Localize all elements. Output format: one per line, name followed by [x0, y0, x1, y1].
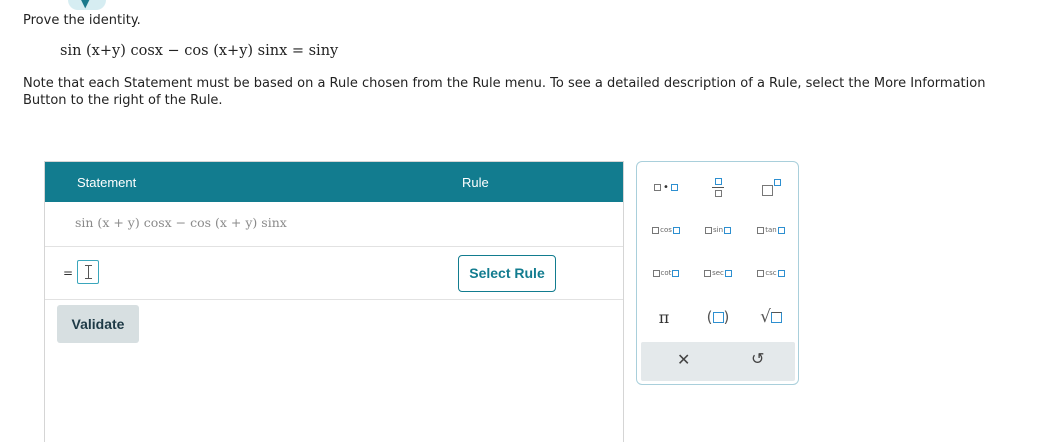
- statement-column-header: Statement: [77, 175, 137, 190]
- exponent-icon: [761, 178, 781, 196]
- placeholder-box-icon: [770, 311, 782, 323]
- chevron-down-icon: ▼: [81, 0, 90, 10]
- placeholder-box-icon: [712, 311, 724, 323]
- palette-footer: ✕ ↺: [641, 342, 795, 381]
- csc-button[interactable]: csc: [751, 258, 791, 288]
- validate-button[interactable]: Validate: [57, 305, 139, 343]
- sqrt-button[interactable]: √: [751, 302, 791, 332]
- multiply-button[interactable]: •: [646, 172, 686, 202]
- cos-button[interactable]: cos: [646, 215, 686, 245]
- sec-button[interactable]: sec: [698, 258, 738, 288]
- cos-label: cos: [660, 226, 672, 234]
- placeholder-box-icon: [670, 183, 678, 191]
- select-rule-button[interactable]: Select Rule: [458, 255, 556, 292]
- fraction-icon: [712, 177, 724, 197]
- text-cursor-icon: [85, 265, 92, 279]
- math-palette: • cos sin tan cot sec csc π ( ) √ ✕ ↺: [636, 161, 799, 385]
- paren-close-icon: ): [723, 308, 730, 326]
- statement-input[interactable]: [77, 260, 99, 284]
- multiply-dot-icon: •: [663, 181, 669, 193]
- sin-label: sin: [712, 226, 724, 234]
- tan-label: tan: [765, 226, 777, 234]
- identity-expression: sin (x+y) cosx − cos (x+y) sinx = siny: [60, 43, 339, 59]
- exponent-button[interactable]: [751, 172, 791, 202]
- given-statement: sin (x + y) cosx − cos (x + y) sinx: [75, 215, 287, 230]
- pi-button[interactable]: π: [644, 302, 684, 332]
- clear-icon[interactable]: ✕: [677, 350, 690, 369]
- csc-label: csc: [765, 269, 777, 277]
- undo-icon[interactable]: ↺: [751, 349, 764, 368]
- sin-button[interactable]: sin: [698, 215, 738, 245]
- sqrt-icon: √: [760, 307, 771, 327]
- instructions-note: Note that each Statement must be based o…: [23, 76, 986, 108]
- tan-button[interactable]: tan: [751, 215, 791, 245]
- parentheses-button[interactable]: ( ): [698, 302, 738, 332]
- cot-label: cot: [660, 269, 672, 277]
- collapse-tab[interactable]: ▼: [68, 0, 106, 10]
- rule-column-header: Rule: [462, 175, 489, 190]
- equals-sign: =: [63, 266, 74, 280]
- proof-row-given: sin (x + y) cosx − cos (x + y) sinx: [45, 202, 623, 247]
- proof-table: Statement Rule sin (x + y) cosx − cos (x…: [44, 161, 624, 442]
- fraction-button[interactable]: [698, 172, 738, 202]
- proof-table-header: Statement Rule: [45, 162, 623, 202]
- sec-label: sec: [712, 269, 724, 277]
- placeholder-box-icon: [654, 183, 662, 191]
- cot-button[interactable]: cot: [646, 258, 686, 288]
- question-prompt: Prove the identity.: [23, 13, 141, 28]
- pi-icon: π: [658, 307, 670, 327]
- proof-row-input: = Select Rule: [45, 247, 623, 300]
